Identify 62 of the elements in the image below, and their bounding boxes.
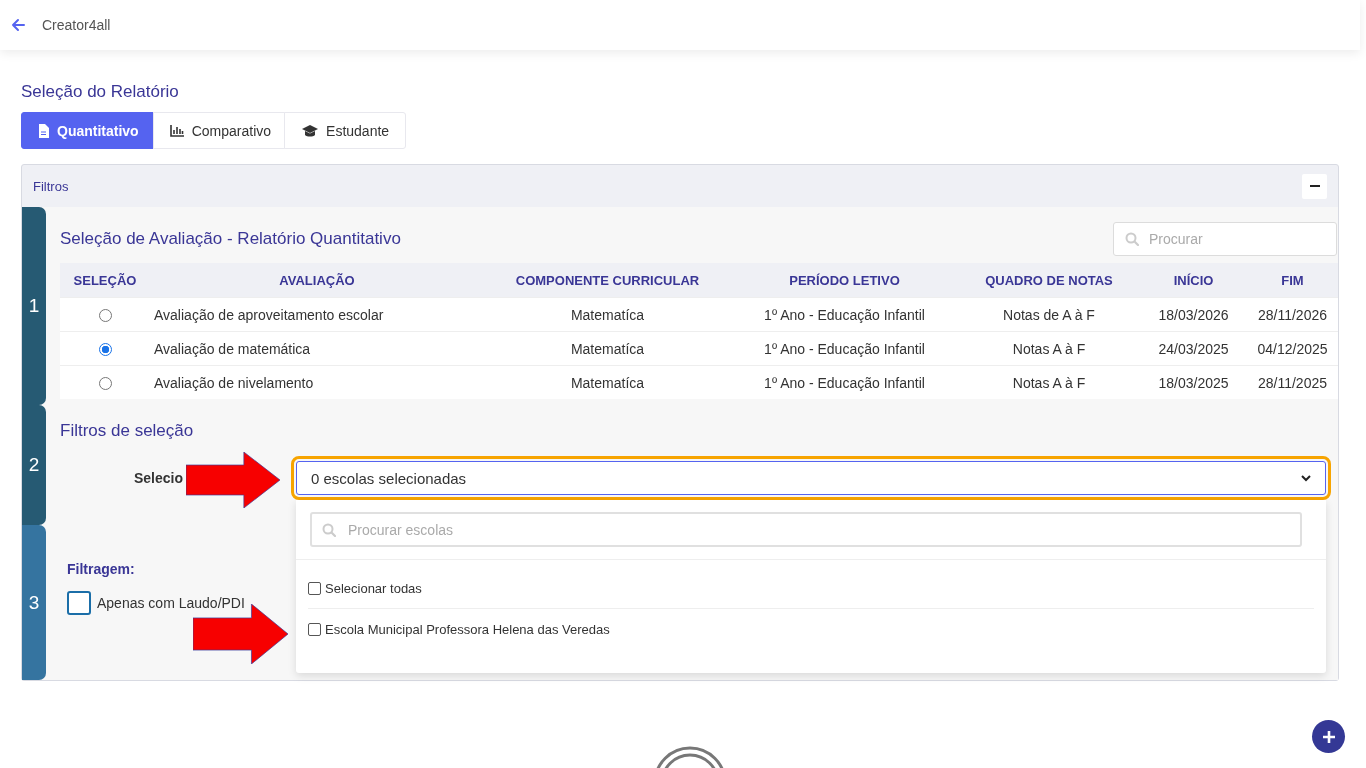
- table-cell: Avaliação de matemática: [154, 340, 311, 357]
- table-cell: Avaliação de nivelamento: [154, 374, 314, 391]
- column-header: SELEÇÃO: [60, 263, 150, 298]
- search-field[interactable]: Procurar escolas: [310, 512, 1302, 547]
- column-header: INÍCIO: [1140, 263, 1247, 298]
- report-tab[interactable]: Comparativo: [152, 112, 286, 149]
- radio-button[interactable]: [98, 377, 112, 391]
- column-header: QUADRO DE NOTAS: [958, 263, 1140, 298]
- option-label[interactable]: Selecionar todas: [325, 580, 422, 596]
- app-title: Creator4all: [42, 17, 111, 33]
- table-cell: 28/11/2026: [1258, 306, 1327, 323]
- checkbox[interactable]: [308, 622, 321, 636]
- step-number-bar: 3: [22, 525, 46, 680]
- table-cell: Avaliação de aproveitamento escolar: [154, 306, 384, 323]
- table-cell: Matematíca: [570, 306, 645, 323]
- option-label[interactable]: Escola Municipal Professora Helena das Veredas: [325, 621, 610, 637]
- table-cell: 1º Ano - Educação Infantil: [764, 340, 925, 357]
- section-title: Filtros de seleção: [60, 420, 195, 441]
- chevron-down-icon: [1301, 474, 1311, 482]
- search-field[interactable]: Procurar: [1113, 221, 1337, 256]
- step-number-bar: 2: [22, 405, 46, 525]
- column-header: AVALIAÇÃO: [150, 263, 484, 298]
- checkbox[interactable]: [308, 581, 321, 595]
- school-select[interactable]: 0 escolas selecionadas: [296, 461, 1326, 495]
- page-title: Seleção do Relatório: [21, 82, 180, 102]
- column-header: PERÍODO LETIVO: [731, 263, 958, 298]
- bar-chart-icon: [169, 124, 185, 137]
- radio-button[interactable]: [98, 343, 112, 357]
- minus-icon: [1309, 185, 1320, 187]
- step-number-bar: 1: [22, 207, 46, 405]
- table-cell: 28/11/2025: [1258, 374, 1327, 391]
- report-tab[interactable]: Quantitativo: [21, 112, 154, 149]
- table-cell: Matematíca: [570, 374, 645, 391]
- document-icon: [38, 122, 50, 139]
- column-header: FIM: [1247, 263, 1338, 298]
- table-cell: Notas de A à F: [1003, 306, 1095, 323]
- table-cell: Notas A à F: [1012, 340, 1086, 357]
- column-header: COMPONENTE CURRICULAR: [484, 263, 731, 298]
- plus-icon: [1322, 730, 1335, 743]
- radio-button[interactable]: [98, 309, 112, 323]
- back-arrow-icon: [11, 18, 26, 32]
- field-label: Selecio: [134, 470, 184, 486]
- collapse-button[interactable]: [1302, 173, 1327, 199]
- search-icon: [322, 522, 336, 537]
- table-cell: Matematíca: [570, 340, 645, 357]
- section-title: Seleção de Avaliação - Relatório Quantitativo: [60, 228, 401, 249]
- table-cell: 1º Ano - Educação Infantil: [764, 306, 925, 323]
- back-button[interactable]: [11, 18, 26, 32]
- table-cell: 04/12/2025: [1257, 340, 1328, 357]
- table-cell: 18/03/2026: [1158, 306, 1229, 323]
- checkbox-label: Apenas com Laudo/PDI: [97, 595, 245, 611]
- search-icon: [1125, 231, 1139, 246]
- table-cell: Notas A à F: [1012, 374, 1086, 391]
- report-tab[interactable]: Estudante: [284, 112, 407, 149]
- table-cell: 18/03/2025: [1158, 374, 1229, 391]
- table-cell: 24/03/2025: [1158, 340, 1229, 357]
- section-label: Filtragem:: [66, 561, 136, 577]
- graduation-cap-icon: [301, 124, 320, 137]
- add-button[interactable]: [1312, 720, 1345, 753]
- checkbox[interactable]: [67, 591, 91, 615]
- table-cell: 1º Ano - Educação Infantil: [764, 374, 925, 391]
- panel-title: Filtros: [33, 178, 69, 194]
